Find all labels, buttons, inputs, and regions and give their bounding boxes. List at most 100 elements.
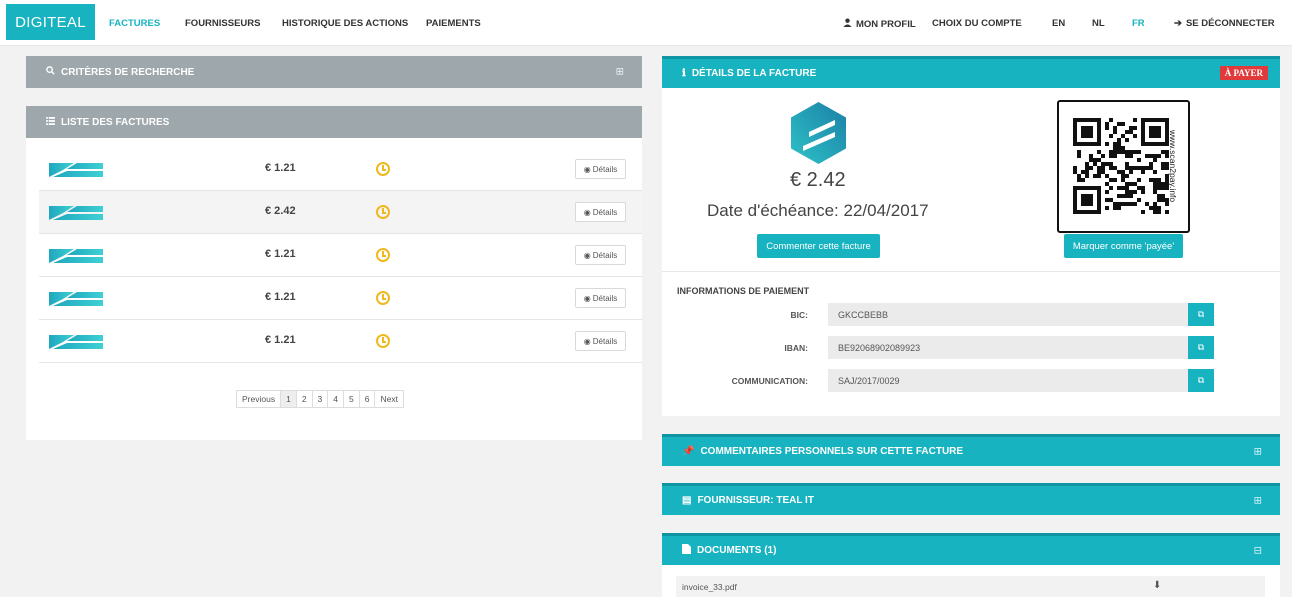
pagination-next[interactable]: Next <box>375 391 402 407</box>
nav-profile[interactable]: MON PROFIL <box>843 18 916 30</box>
clock-icon <box>376 248 390 262</box>
comments-panel-title: COMMENTAIRES PERSONNELS SUR CETTE FACTUR… <box>700 446 964 457</box>
invoice-amount: € 1.21 <box>265 248 296 260</box>
copy-icon: ⧉ <box>1197 342 1205 352</box>
invoice-list-header: LISTE DES FACTURES <box>26 106 642 138</box>
copy-bic-button[interactable]: ⧉ <box>1188 303 1214 326</box>
user-icon <box>843 18 852 30</box>
eye-icon: ◉ <box>583 207 591 217</box>
table-row[interactable]: € 1.21 ◉ Détails <box>39 148 642 191</box>
document-row[interactable]: invoice_33.pdf ⬇ <box>676 576 1265 597</box>
pagination-page[interactable]: 6 <box>360 391 376 407</box>
table-row[interactable]: € 2.42 ◉ Détails <box>39 191 642 234</box>
details-label: Détails <box>592 336 618 346</box>
payment-info-title: INFORMATIONS DE PAIEMENT <box>677 286 810 296</box>
details-button[interactable]: ◉ Détails <box>575 245 626 265</box>
bic-label: BIC: <box>790 310 808 320</box>
details-label: Détails <box>592 164 618 174</box>
pagination-page[interactable]: 2 <box>297 391 313 407</box>
pagination-page[interactable]: 4 <box>328 391 345 407</box>
invoice-list-title: LISTE DES FACTURES <box>61 116 170 128</box>
profile-label: MON PROFIL <box>856 19 916 30</box>
invoice-amount: € 1.21 <box>265 162 296 174</box>
expand-icon[interactable]: ⊞ <box>1254 495 1262 506</box>
copy-icon: ⧉ <box>1197 375 1205 385</box>
nav-account-choice[interactable]: CHOIX DU COMPTE <box>932 18 1022 29</box>
copy-iban-button[interactable]: ⧉ <box>1188 336 1214 359</box>
nav-paiements[interactable]: PAIEMENTS <box>426 18 481 29</box>
search-panel-title: CRITÈRES DE RECHERCHE <box>61 66 195 78</box>
details-label: Détails <box>592 207 618 217</box>
supplier-logo-mini <box>49 248 103 264</box>
copy-communication-button[interactable]: ⧉ <box>1188 369 1214 392</box>
invoice-details-title: DÉTAILS DE LA FACTURE <box>691 68 817 79</box>
collapse-icon[interactable]: ⊟ <box>1254 545 1262 556</box>
details-button[interactable]: ◉ Détails <box>575 288 626 308</box>
pagination: Previous 1 2 3 4 5 6 Next <box>236 390 404 408</box>
info-icon: ℹ <box>682 68 686 79</box>
nav-factures[interactable]: FACTURES <box>109 18 160 29</box>
file-icon <box>682 544 691 557</box>
lang-nl[interactable]: NL <box>1092 18 1105 29</box>
logout-icon: ➔ <box>1174 18 1182 29</box>
nav-fournisseurs[interactable]: FOURNISSEURS <box>185 18 260 29</box>
qr-website-label: www.scan2pay.info <box>1168 130 1178 203</box>
details-button[interactable]: ◉ Détails <box>575 202 626 222</box>
table-row[interactable]: € 1.21 ◉ Détails <box>39 277 642 320</box>
invoice-details-header: ℹ DÉTAILS DE LA FACTURE À PAYER <box>662 56 1280 88</box>
table-row[interactable]: € 1.21 ◉ Détails <box>39 234 642 277</box>
lang-en[interactable]: EN <box>1052 18 1065 29</box>
communication-label: COMMUNICATION: <box>731 376 808 386</box>
search-panel-header[interactable]: CRITÈRES DE RECHERCHE ⊞ <box>26 56 642 88</box>
lang-fr[interactable]: FR <box>1132 18 1145 29</box>
supplier-logo-mini <box>49 205 103 221</box>
supplier-logo-mini <box>49 334 103 350</box>
details-button[interactable]: ◉ Détails <box>575 159 626 179</box>
status-badge: À PAYER <box>1219 66 1268 80</box>
nav-historique[interactable]: HISTORIQUE DES ACTIONS <box>282 18 408 29</box>
documents-panel-header[interactable]: DOCUMENTS (1) ⊟ <box>662 533 1280 565</box>
clock-icon <box>376 162 390 176</box>
pin-icon: 📌 <box>682 446 695 457</box>
comments-panel-header[interactable]: 📌 COMMENTAIRES PERSONNELS SUR CETTE FACT… <box>662 434 1280 466</box>
invoice-amount: € 2.42 <box>265 205 296 217</box>
invoice-amount: € 2.42 <box>790 169 846 191</box>
invoice-amount: € 1.21 <box>265 334 296 346</box>
details-label: Détails <box>592 250 618 260</box>
supplier-panel-header[interactable]: ▤ FOURNISSEUR: TEAL IT ⊞ <box>662 483 1280 515</box>
list-icon <box>46 116 55 128</box>
pagination-page[interactable]: 1 <box>281 391 297 407</box>
pagination-page[interactable]: 3 <box>313 391 329 407</box>
expand-icon[interactable]: ⊞ <box>1254 446 1262 457</box>
comment-invoice-button[interactable]: Commenter cette facture <box>757 234 880 258</box>
bic-field[interactable]: GKCCBEBB <box>828 303 1188 326</box>
eye-icon: ◉ <box>583 164 591 174</box>
due-date: Date d'échéance: 22/04/2017 <box>707 201 929 220</box>
copy-icon: ⧉ <box>1197 309 1205 319</box>
clock-icon <box>376 334 390 348</box>
pagination-previous[interactable]: Previous <box>237 391 282 407</box>
details-label: Détails <box>592 293 618 303</box>
top-navbar: DIGITEAL FACTURES FOURNISSEURS HISTORIQU… <box>0 0 1292 46</box>
iban-field[interactable]: BE92068902089923 <box>828 336 1188 359</box>
invoice-amount: € 1.21 <box>265 291 296 303</box>
nav-logout[interactable]: ➔ SE DÉCONNECTER <box>1174 18 1275 29</box>
expand-icon[interactable]: ⊞ <box>616 67 624 78</box>
divider <box>662 271 1280 272</box>
clock-icon <box>376 291 390 305</box>
table-row[interactable]: € 1.21 ◉ Détails <box>39 320 642 363</box>
building-icon: ▤ <box>682 495 692 506</box>
brand-logo[interactable]: DIGITEAL <box>6 4 95 40</box>
download-icon[interactable]: ⬇ <box>1153 580 1161 591</box>
communication-field[interactable]: SAJ/2017/0029 <box>828 369 1188 392</box>
document-name[interactable]: invoice_33.pdf <box>682 582 737 592</box>
details-button[interactable]: ◉ Détails <box>575 331 626 351</box>
eye-icon: ◉ <box>583 293 591 303</box>
clock-icon <box>376 205 390 219</box>
logout-label: SE DÉCONNECTER <box>1185 18 1275 29</box>
iban-label: IBAN: <box>784 343 808 353</box>
eye-icon: ◉ <box>583 336 591 346</box>
pagination-page[interactable]: 5 <box>344 391 360 407</box>
mark-paid-button[interactable]: Marquer comme 'payée' <box>1064 234 1183 258</box>
supplier-logo-mini <box>49 162 103 178</box>
